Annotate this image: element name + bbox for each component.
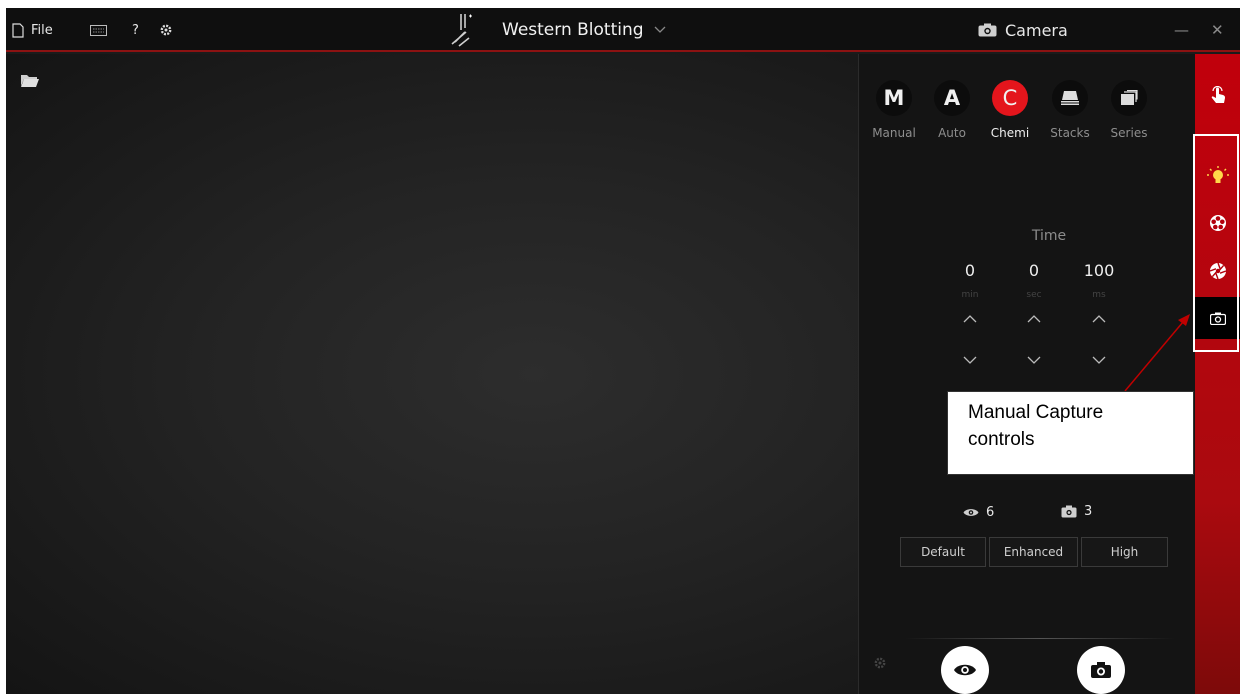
time-min-increment[interactable] (940, 308, 1000, 327)
time-sec-unit: sec (1026, 290, 1042, 300)
action-divider (905, 638, 1175, 639)
mode-stacks-label: Stacks (1050, 126, 1090, 140)
camera-icon (978, 23, 997, 37)
eye-icon (954, 664, 976, 676)
folder-open-icon (21, 75, 39, 87)
help-label: ? (132, 22, 139, 38)
high-button[interactable]: High (1081, 537, 1168, 567)
chevron-up-icon (1092, 315, 1106, 323)
workflow-title: Western Blotting (502, 20, 644, 40)
time-min: 0 min (940, 261, 1000, 368)
time-ms-value: 100 (1083, 261, 1115, 280)
time-min-value: 0 (964, 261, 976, 280)
touch-tool-button[interactable] (1195, 86, 1240, 106)
mode-series-circle (1111, 80, 1147, 116)
mode-series[interactable]: Series (1099, 80, 1159, 140)
gear-icon (874, 657, 886, 669)
callout-line-1: Manual Capture (968, 402, 1104, 423)
capture-panel: M Manual A Auto C Chemi Stacks Series Ti… (858, 54, 1195, 694)
enhanced-button[interactable]: Enhanced (989, 537, 1078, 567)
mode-manual-circle: M (876, 80, 912, 116)
mode-auto-circle: A (934, 80, 970, 116)
mode-chemi-circle: C (992, 80, 1028, 116)
mode-stacks[interactable]: Stacks (1040, 80, 1100, 140)
capture-button[interactable] (1077, 646, 1125, 694)
chevron-up-icon (1027, 315, 1041, 323)
logo-icon (451, 14, 472, 47)
minimize-button[interactable]: — (1174, 8, 1189, 52)
keyboard-button[interactable] (90, 8, 107, 52)
highlight-box (1193, 134, 1239, 352)
settings-button[interactable] (159, 8, 173, 52)
app-logo (449, 8, 477, 52)
callout-note: Manual Capture controls (947, 391, 1194, 475)
help-button[interactable]: ? (132, 8, 139, 52)
chevron-down-icon (963, 356, 977, 364)
mode-auto[interactable]: A Auto (922, 80, 982, 140)
chevron-down-icon (1027, 356, 1041, 364)
mode-chemi[interactable]: C Chemi (980, 80, 1040, 140)
close-button[interactable]: ✕ (1211, 8, 1224, 52)
keyboard-icon (90, 24, 107, 36)
time-ms-decrement[interactable] (1069, 349, 1129, 368)
eye-icon (963, 509, 979, 516)
chevron-up-icon (963, 315, 977, 323)
time-min-decrement[interactable] (940, 349, 1000, 368)
capture-settings-button[interactable] (873, 655, 887, 674)
file-menu[interactable]: File (12, 8, 53, 52)
mode-chemi-label: Chemi (990, 126, 1030, 140)
camera-label: Camera (1005, 20, 1068, 40)
minimize-label: — (1174, 21, 1189, 39)
time-sec: 0 sec (1004, 261, 1064, 368)
image-viewer[interactable] (6, 54, 858, 694)
time-sec-decrement[interactable] (1004, 349, 1064, 368)
stacks-icon (1061, 91, 1079, 105)
close-label: ✕ (1211, 21, 1224, 39)
time-ms-unit: ms (1092, 290, 1106, 300)
open-folder-button[interactable] (21, 72, 39, 91)
title-bar: File ? Western Blotting Camera — ✕ (6, 8, 1240, 52)
mode-manual[interactable]: M Manual (864, 80, 924, 140)
camera-icon (1091, 662, 1111, 678)
preview-count: 6 (963, 505, 994, 520)
app-window: File ? Western Blotting Camera — ✕ M Man… (6, 8, 1240, 694)
camera-panel-header: Camera (978, 8, 1068, 52)
capture-count-value: 3 (1084, 504, 1093, 519)
time-ms: 100 ms (1069, 261, 1129, 368)
preview-count-value: 6 (986, 505, 995, 520)
file-icon (12, 22, 24, 38)
mode-stacks-circle (1052, 80, 1088, 116)
file-label: File (31, 22, 53, 38)
time-ms-increment[interactable] (1069, 308, 1129, 327)
chevron-down-icon (654, 26, 665, 33)
hand-touch-icon (1211, 86, 1225, 103)
default-button[interactable]: Default (900, 537, 986, 567)
gear-icon (160, 24, 172, 36)
time-min-unit: min (961, 290, 979, 300)
mode-auto-label: Auto (938, 126, 966, 140)
time-label: Time (1031, 228, 1067, 244)
callout-line-2: controls (968, 429, 1035, 450)
capture-count: 3 (1061, 504, 1092, 519)
series-icon (1121, 90, 1138, 105)
chevron-down-icon (1092, 356, 1106, 364)
camera-icon (1061, 505, 1077, 518)
preview-button[interactable] (941, 646, 989, 694)
time-sec-increment[interactable] (1004, 308, 1064, 327)
mode-manual-label: Manual (872, 126, 916, 140)
time-sec-value: 0 (1028, 261, 1040, 280)
mode-series-label: Series (1110, 126, 1148, 140)
workflow-selector[interactable]: Western Blotting (502, 8, 666, 52)
